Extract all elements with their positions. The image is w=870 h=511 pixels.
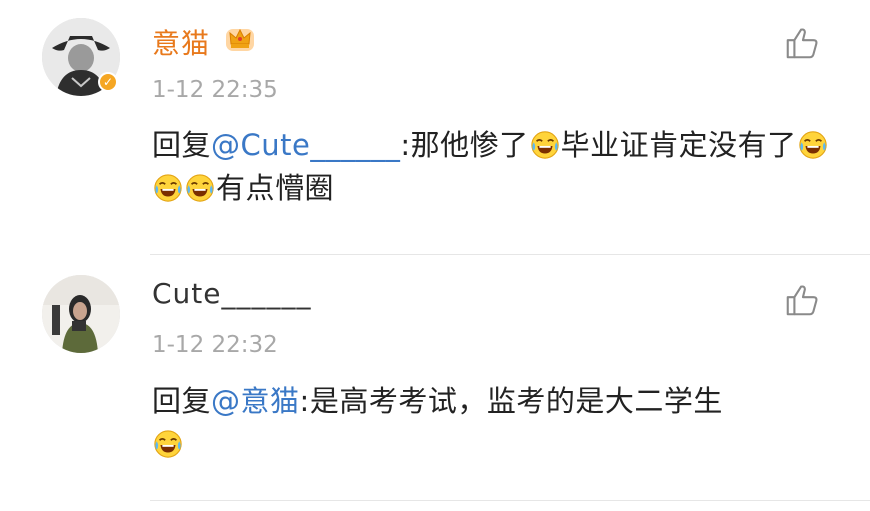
comment-time: 1-12 22:35 [152,77,278,103]
reply-prefix: 回复 [152,384,212,418]
mention-link[interactable]: @意猫 [211,384,300,418]
comment-text-part: 那他惨了 [410,128,529,162]
colon: : [299,384,310,418]
divider [150,500,870,501]
mention-link[interactable]: @Cute______ [211,128,400,162]
crown-icon [226,28,254,51]
reply-prefix: 回复 [152,128,212,162]
laughing-crying-emoji-icon [530,130,560,160]
avatar[interactable] [42,275,120,353]
like-icon[interactable] [783,24,821,62]
username[interactable]: Cute______ [152,277,312,310]
colon: : [400,128,411,162]
comment-item: ✓ 意猫 1-12 22:35 回复@Cute______:那他惨了 毕业证肯定没… [0,0,870,254]
laughing-crying-emoji-icon [798,130,828,160]
like-icon[interactable] [783,281,821,319]
comment-text-part: 毕业证肯定没有了 [560,128,797,162]
comment-text: 回复@Cute______:那他惨了 毕业证肯定没有了有点懵圈 [152,124,832,210]
comment-text-part: 是高考考试，监考的是大二学生 [309,384,723,418]
comment-text-part: 有点懵圈 [216,171,335,205]
username[interactable]: 意猫 [152,22,210,62]
verified-badge-icon: ✓ [98,72,118,92]
laughing-crying-emoji-icon [153,429,183,459]
comment-time: 1-12 22:32 [152,332,278,358]
comment-text: 回复@意猫:是高考考试，监考的是大二学生 [152,380,832,466]
laughing-crying-emoji-icon [153,173,183,203]
comment-item: Cute______ 1-12 22:32 回复@意猫:是高考考试，监考的是大二… [0,255,870,500]
laughing-crying-emoji-icon [185,173,215,203]
